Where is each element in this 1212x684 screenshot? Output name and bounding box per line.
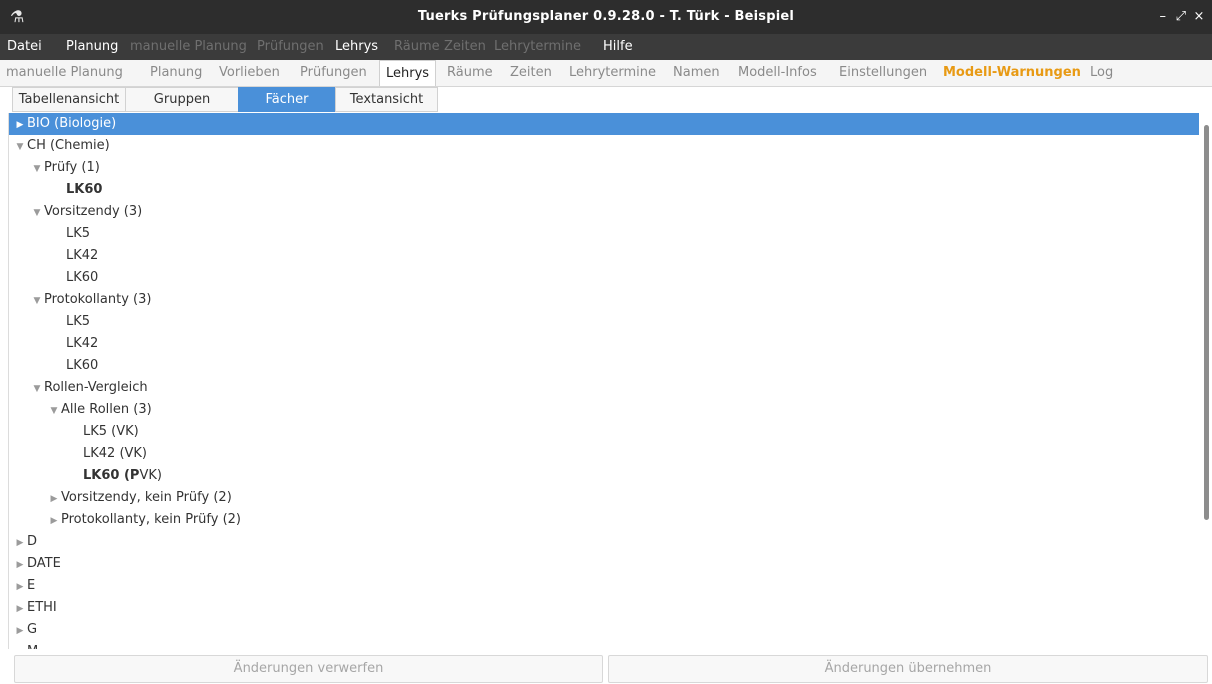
expand-arrow-icon[interactable]: ▶	[47, 510, 61, 532]
tree-row[interactable]: ▶ E	[9, 575, 1199, 597]
apply-changes-button[interactable]: Änderungen übernehmen	[608, 655, 1208, 683]
tab-planung[interactable]: Planung	[150, 65, 202, 80]
tab-log[interactable]: Log	[1090, 65, 1113, 80]
collapse-arrow-icon[interactable]: ▼	[47, 400, 61, 422]
menu-planung[interactable]: Planung	[66, 39, 118, 54]
expand-arrow-icon[interactable]: ▶	[13, 576, 27, 598]
tab-vorlieben[interactable]: Vorlieben	[219, 65, 280, 80]
menu-bar: Datei Planung manuelle Planung Prüfungen…	[0, 34, 1212, 60]
window-title: Tuerks Prüfungsplaner 0.9.28.0 - T. Türk…	[417, 9, 795, 24]
tree-row[interactable]: LK42 (VK)	[9, 443, 1199, 465]
minimize-icon[interactable]: –	[1156, 9, 1170, 24]
menu-lehrytermine: Lehrytermine	[494, 39, 582, 54]
tree-row[interactable]: LK60	[9, 267, 1199, 289]
tab-modell-infos[interactable]: Modell-Infos	[738, 65, 817, 80]
tree-row[interactable]: ▶ G	[9, 619, 1199, 641]
collapse-arrow-icon[interactable]: ▼	[30, 158, 44, 180]
discard-changes-button[interactable]: Änderungen verwerfen	[14, 655, 603, 683]
expand-arrow-icon[interactable]: ▶	[13, 114, 27, 136]
expand-arrow-icon[interactable]: ▶	[13, 532, 27, 554]
tree-row[interactable]: ▶ Protokollanty, kein Prüfy (2)	[9, 509, 1199, 531]
tab-modell-warnungen[interactable]: Modell-Warnungen	[943, 65, 1081, 80]
expand-arrow-icon[interactable]: ▶	[13, 598, 27, 620]
subtab-textansicht[interactable]: Textansicht	[335, 87, 438, 112]
maximize-icon[interactable]: ⤢	[1174, 9, 1188, 24]
window-controls: – ⤢ ×	[1156, 9, 1206, 24]
expand-arrow-icon[interactable]: ▶	[47, 488, 61, 510]
tree-row[interactable]: ▼ Vorsitzendy (3)	[9, 201, 1199, 223]
tree-row[interactable]: ▶ D	[9, 531, 1199, 553]
tree-row[interactable]: ▼ Rollen-Vergleich	[9, 377, 1199, 399]
expand-arrow-icon[interactable]: ▶	[13, 554, 27, 576]
main-tabs: manuelle Planung Planung Vorlieben Prüfu…	[0, 60, 1212, 87]
tab-lehrys[interactable]: Lehrys	[379, 60, 437, 86]
expand-arrow-icon[interactable]: ▶	[13, 620, 27, 642]
tab-zeiten[interactable]: Zeiten	[510, 65, 552, 80]
tab-namen[interactable]: Namen	[673, 65, 720, 80]
tab-lehrytermine[interactable]: Lehrytermine	[569, 65, 656, 80]
tree-row[interactable]: LK60 (PVK)	[9, 465, 1199, 487]
tree-row[interactable]: LK42	[9, 333, 1199, 355]
collapse-arrow-icon[interactable]: ▼	[30, 290, 44, 312]
subtab-gruppen[interactable]: Gruppen	[125, 87, 239, 112]
tree-row[interactable]: ▶M	[9, 641, 1199, 649]
menu-zeiten: Zeiten	[444, 39, 486, 54]
menu-pruefungen: Prüfungen	[257, 39, 324, 54]
tree-row[interactable]: ▼ Prüfy (1)	[9, 157, 1199, 179]
tree-row[interactable]: ▶ BIO (Biologie)	[9, 113, 1199, 135]
scrollbar-thumb[interactable]	[1204, 125, 1209, 520]
collapse-arrow-icon[interactable]: ▼	[13, 136, 27, 158]
tree-row[interactable]: LK60	[9, 355, 1199, 377]
tree-row[interactable]: LK5 (VK)	[9, 421, 1199, 443]
tab-manuelle-planung[interactable]: manuelle Planung	[6, 65, 123, 80]
tree-row[interactable]: LK5	[9, 223, 1199, 245]
tree-row[interactable]: ▼ CH (Chemie)	[9, 135, 1199, 157]
collapse-arrow-icon[interactable]: ▼	[30, 378, 44, 400]
tree-row[interactable]: ▼ Protokollanty (3)	[9, 289, 1199, 311]
subtab-faecher[interactable]: Fächer	[238, 87, 336, 112]
menu-hilfe[interactable]: Hilfe	[603, 39, 633, 54]
tree-row[interactable]: ▶ DATE	[9, 553, 1199, 575]
collapse-arrow-icon[interactable]: ▼	[30, 202, 44, 224]
menu-datei[interactable]: Datei	[7, 39, 42, 54]
expand-arrow-icon[interactable]: ▶	[13, 642, 27, 649]
menu-lehrys[interactable]: Lehrys	[335, 39, 378, 54]
tree-row[interactable]: ▼ Alle Rollen (3)	[9, 399, 1199, 421]
tree-scrollbar[interactable]	[1200, 113, 1212, 649]
window-titlebar: ⚗ Tuerks Prüfungsplaner 0.9.28.0 - T. Tü…	[0, 0, 1212, 34]
menu-raeume: Räume	[394, 39, 440, 54]
tree-row[interactable]: ▶ Vorsitzendy, kein Prüfy (2)	[9, 487, 1199, 509]
subtab-tabellenansicht[interactable]: Tabellenansicht	[12, 87, 126, 112]
tree-row[interactable]: LK42	[9, 245, 1199, 267]
tree-row[interactable]: LK5	[9, 311, 1199, 333]
faecher-tree: ▶ BIO (Biologie) ▼ CH (Chemie) ▼ Prüfy (1) …	[8, 113, 1199, 649]
tab-einstellungen[interactable]: Einstellungen	[839, 65, 927, 80]
tree-row[interactable]: ▶ ETHI	[9, 597, 1199, 619]
close-icon[interactable]: ×	[1192, 9, 1206, 24]
tab-pruefungen[interactable]: Prüfungen	[300, 65, 367, 80]
menu-manuelle-planung: manuelle Planung	[130, 39, 247, 54]
tab-raeume[interactable]: Räume	[447, 65, 493, 80]
tree-row[interactable]: LK60	[9, 179, 1199, 201]
